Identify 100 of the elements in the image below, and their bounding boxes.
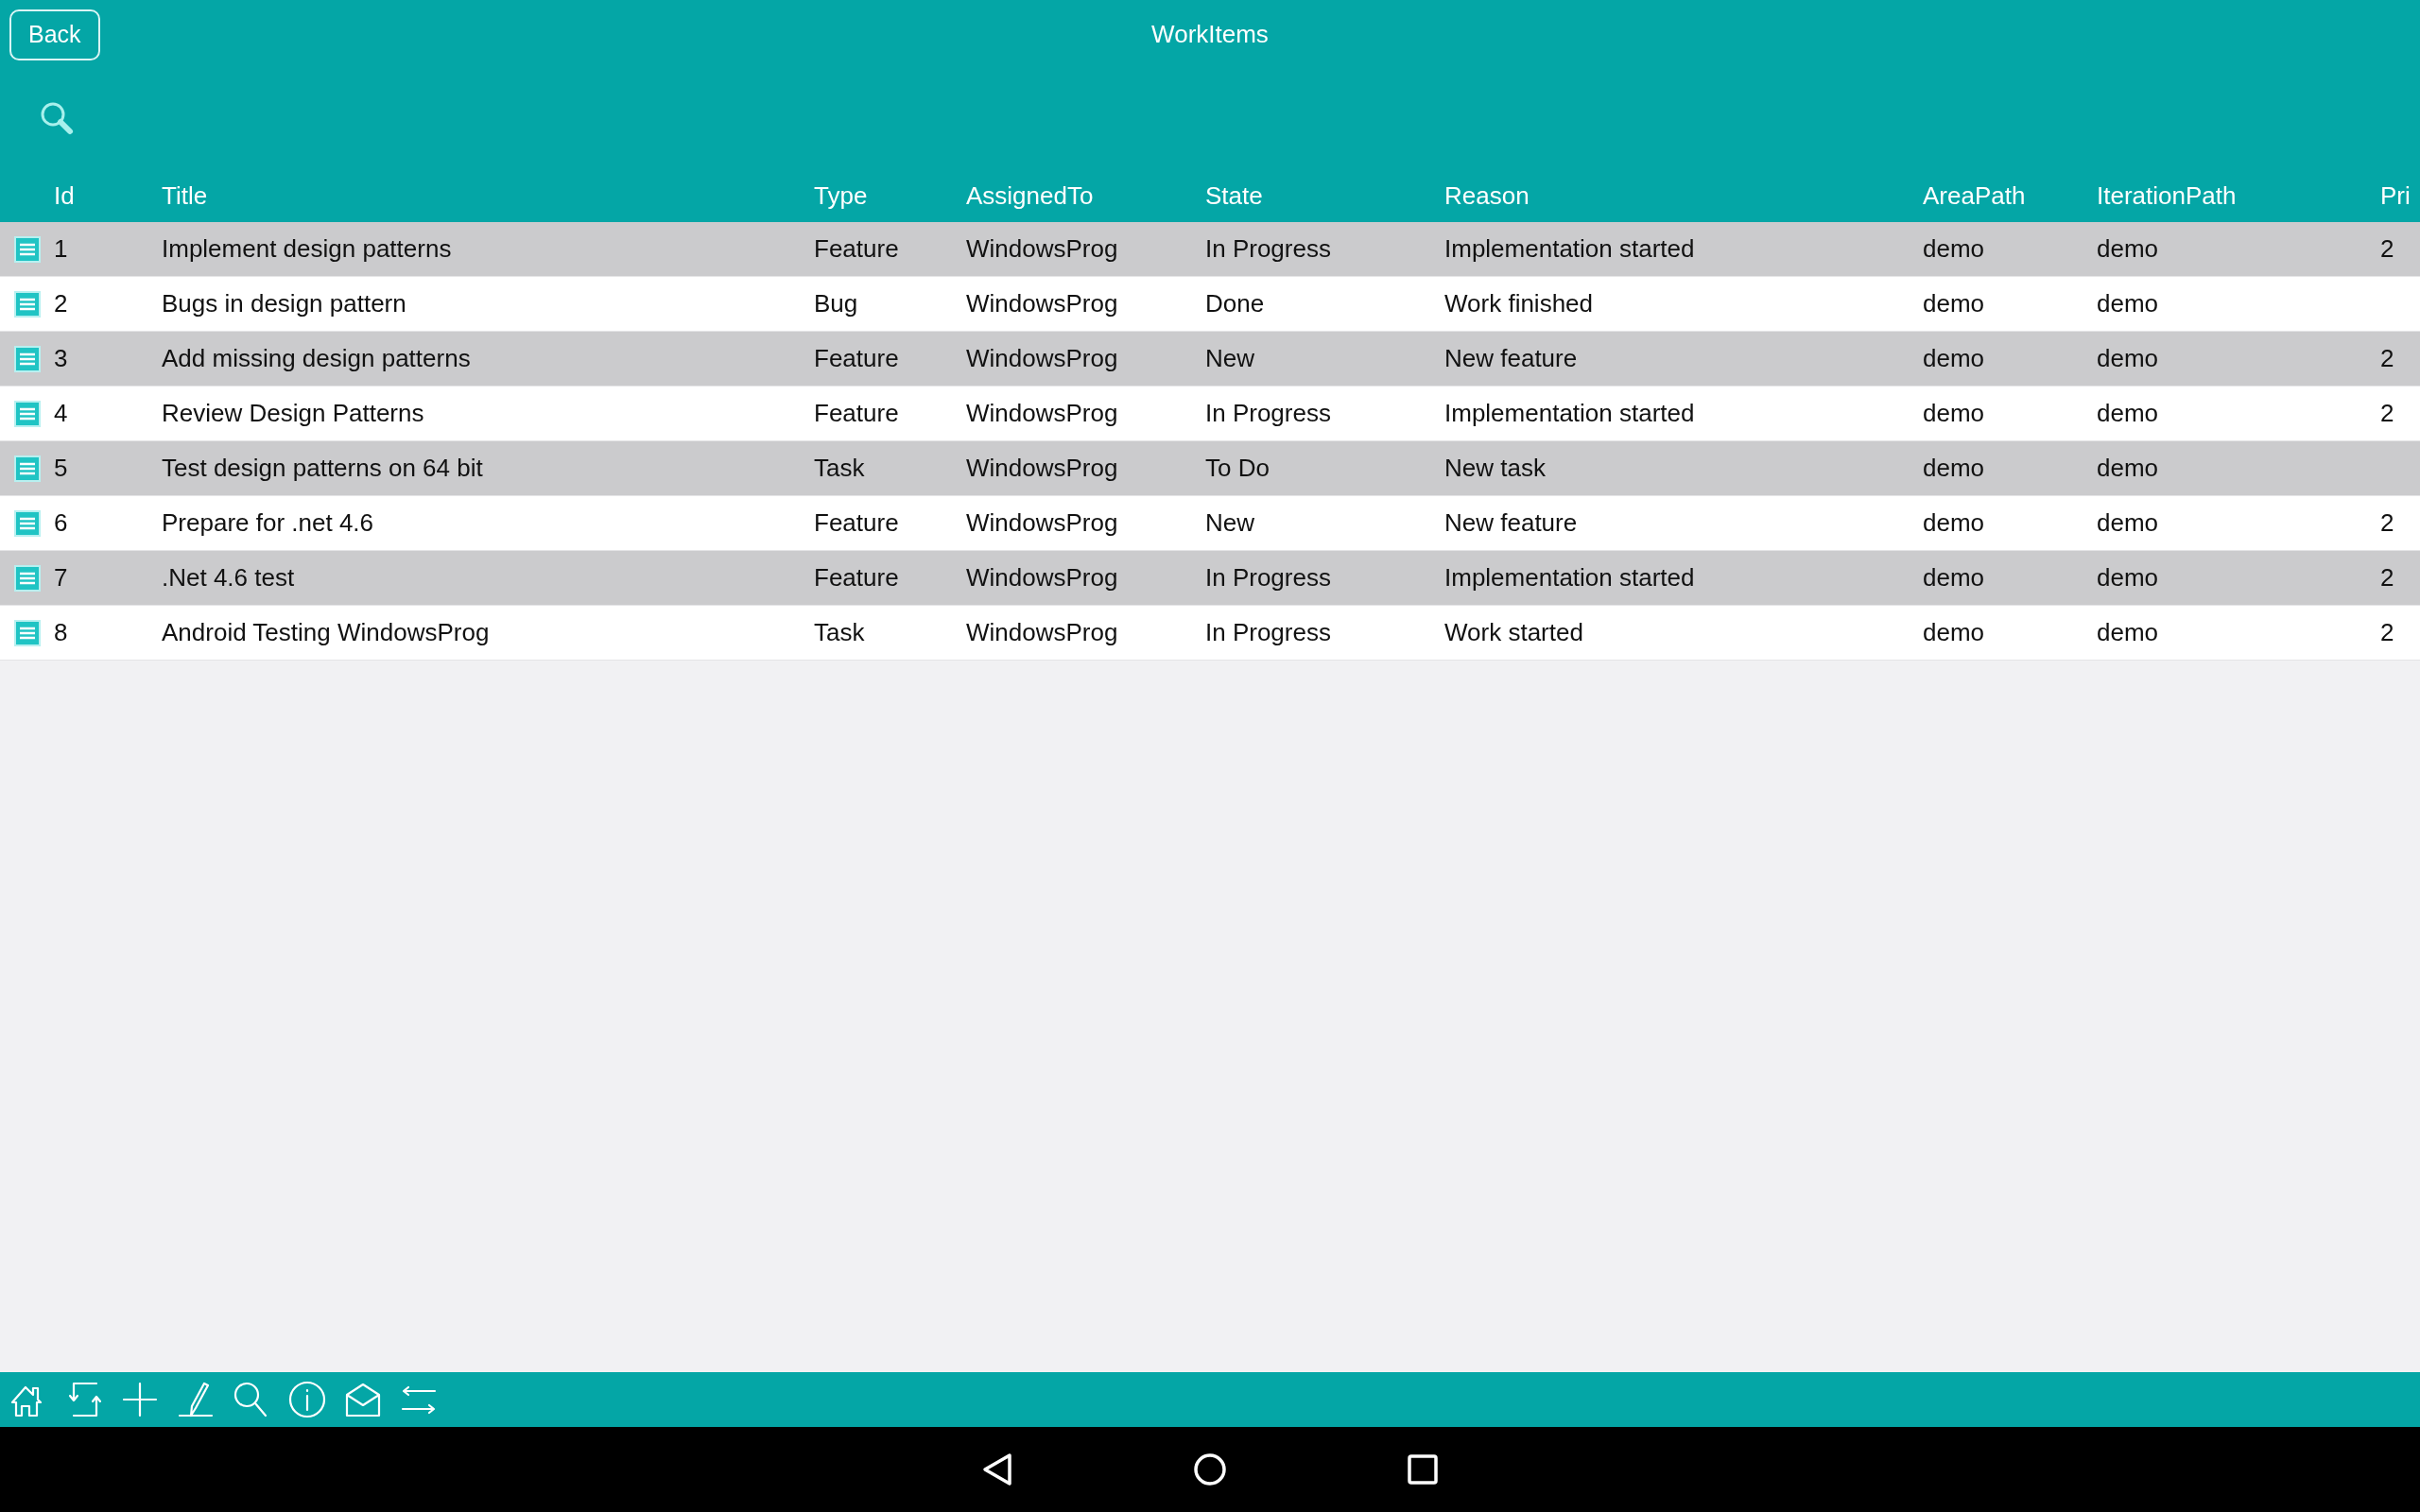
table-cell: demo [1923, 234, 1985, 263]
table-cell: 3 [54, 344, 68, 372]
table-cell: Feature [814, 563, 899, 592]
table-cell: demo [2097, 399, 2159, 427]
table-cell: demo [1923, 508, 1985, 537]
table-cell: Bugs in design pattern [162, 289, 406, 318]
table-cell: Implementation started [1444, 563, 1695, 592]
list-icon [13, 290, 41, 318]
column-header: Pri [2380, 181, 2411, 210]
table-cell: demo [1923, 344, 1985, 372]
table-cell: 6 [54, 508, 68, 537]
table-cell: demo [2097, 563, 2159, 592]
table-cell: demo [1923, 454, 1985, 482]
list-icon [13, 235, 41, 263]
list-icon [13, 345, 41, 372]
table-cell: New [1205, 508, 1254, 537]
table-cell: 2 [2380, 618, 2394, 646]
table-cell: demo [2097, 234, 2159, 263]
table-cell: Android Testing WindowsProg [162, 618, 490, 646]
table-cell: Test design patterns on 64 bit [162, 454, 483, 482]
table-row[interactable]: 1 Implement design patterns Feature WindowsProg In Progress Implementation started demo demo 2 [0, 222, 2420, 277]
table-cell: WindowsProg [966, 618, 1118, 646]
table-row[interactable]: 5 Test design patterns on 64 bit Task WindowsProg To Do New task demo demo [0, 441, 2420, 496]
table-cell: New [1205, 344, 1254, 372]
home-icon[interactable] [1193, 1452, 1227, 1486]
table-cell: Work started [1444, 618, 1583, 646]
column-header: Reason [1444, 181, 1530, 210]
table-cell: Implement design patterns [162, 234, 452, 263]
table-cell: To Do [1205, 454, 1270, 482]
table-cell: demo [1923, 618, 1985, 646]
column-header: Type [814, 181, 868, 210]
table-cell: 1 [54, 234, 68, 263]
table-cell: WindowsProg [966, 508, 1118, 537]
table-cell: Implementation started [1444, 399, 1695, 427]
column-header: AssignedTo [966, 181, 1094, 210]
table-cell: demo [2097, 344, 2159, 372]
list-icon [13, 509, 41, 537]
list-icon [13, 400, 41, 427]
table-cell: demo [2097, 289, 2159, 318]
table-cell: New task [1444, 454, 1546, 482]
table-cell: WindowsProg [966, 563, 1118, 592]
table-row[interactable]: 4 Review Design Patterns Feature WindowsProg In Progress Implementation started demo demo 2 [0, 387, 2420, 441]
table-cell: demo [2097, 618, 2159, 646]
table-cell: In Progress [1205, 234, 1331, 263]
table-cell: WindowsProg [966, 289, 1118, 318]
table-cell: .Net 4.6 test [162, 563, 295, 592]
table-cell: demo [1923, 289, 1985, 318]
table-cell: 5 [54, 454, 68, 482]
table-cell: Task [814, 618, 865, 646]
table-row[interactable]: 2 Bugs in design pattern Bug WindowsProg Done Work finished demo demo [0, 277, 2420, 332]
table-cell: 2 [2380, 399, 2394, 427]
list-icon [13, 564, 41, 592]
table-cell: Feature [814, 399, 899, 427]
list-icon [13, 455, 41, 482]
table-cell: 2 [2380, 563, 2394, 592]
table-cell: Feature [814, 508, 899, 537]
table-cell: Prepare for .net 4.6 [162, 508, 374, 537]
column-header: Title [162, 181, 208, 210]
table-cell: WindowsProg [966, 399, 1118, 427]
table-cell: 2 [2380, 344, 2394, 372]
table-cell: New feature [1444, 344, 1578, 372]
table-row[interactable]: 6 Prepare for .net 4.6 Feature WindowsProg New New feature demo demo 2 [0, 496, 2420, 551]
column-header: IterationPath [2097, 181, 2237, 210]
table-cell: In Progress [1205, 399, 1331, 427]
table-cell: In Progress [1205, 618, 1331, 646]
table-cell: 2 [2380, 508, 2394, 537]
list-icon [13, 619, 41, 646]
back-icon[interactable] [981, 1452, 1013, 1486]
table-cell: Bug [814, 289, 858, 318]
table-cell: WindowsProg [966, 234, 1118, 263]
table-cell: 2 [2380, 234, 2394, 263]
table-cell: 4 [54, 399, 68, 427]
table-cell: Add missing design patterns [162, 344, 471, 372]
table-cell: WindowsProg [966, 344, 1118, 372]
table-cell: 7 [54, 563, 68, 592]
table-row[interactable]: 8 Android Testing WindowsProg Task WindowsProg In Progress Work started demo demo 2 [0, 606, 2420, 661]
table-cell: WindowsProg [966, 454, 1118, 482]
table-cell: New feature [1444, 508, 1578, 537]
table-cell: 2 [54, 289, 68, 318]
table-cell: Feature [814, 234, 899, 263]
table-cell: Task [814, 454, 865, 482]
table-cell: Done [1205, 289, 1265, 318]
table-cell: 8 [54, 618, 68, 646]
table-cell: demo [1923, 563, 1985, 592]
table-cell: demo [1923, 399, 1985, 427]
table-cell: Review Design Patterns [162, 399, 424, 427]
column-header: State [1205, 181, 1263, 210]
table-row[interactable]: 3 Add missing design patterns Feature WindowsProg New New feature demo demo 2 [0, 332, 2420, 387]
table-cell: Implementation started [1444, 234, 1695, 263]
table-cell: demo [2097, 454, 2159, 482]
recents-icon[interactable] [1407, 1453, 1439, 1486]
column-header: Id [54, 181, 75, 210]
page-title: WorkItems [1151, 18, 1269, 50]
table-cell: demo [2097, 508, 2159, 537]
table-cell: Work finished [1444, 289, 1594, 318]
column-header: AreaPath [1923, 181, 2026, 210]
table-cell: In Progress [1205, 563, 1331, 592]
info-icon[interactable] [286, 1379, 328, 1420]
table-cell: Feature [814, 344, 899, 372]
table-row[interactable]: 7 .Net 4.6 test Feature WindowsProg In Progress Implementation started demo demo 2 [0, 551, 2420, 606]
